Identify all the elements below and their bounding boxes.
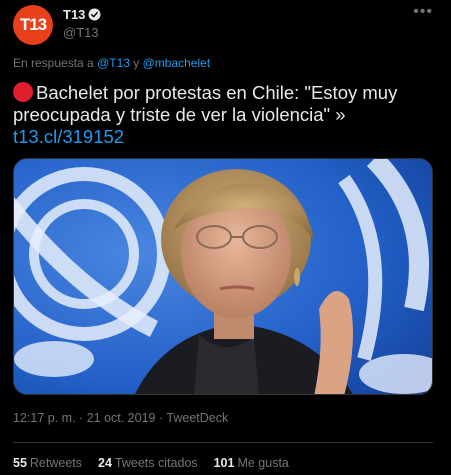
avatar[interactable]: T13 (13, 5, 53, 45)
reply-mention-mbachelet[interactable]: @mbachelet (143, 56, 211, 70)
likes-count: 101 (213, 456, 235, 470)
reply-mention-t13[interactable]: @T13 (97, 56, 130, 70)
tweet-source[interactable]: TweetDeck (166, 411, 228, 425)
author-handle[interactable]: @T13 (63, 25, 101, 40)
quote-tweets-stat[interactable]: 24 Tweets citados (98, 456, 198, 470)
verified-badge-icon (88, 8, 101, 21)
photo-image (14, 159, 432, 394)
retweets-label: Retweets (29, 456, 83, 470)
retweets-stat[interactable]: 55 Retweets (13, 456, 82, 470)
quote-tweets-label: Tweets citados (114, 456, 198, 470)
display-name[interactable]: T13 (63, 7, 85, 22)
author-names: T13 @T13 (63, 3, 101, 40)
likes-stat[interactable]: 101 Me gusta (214, 456, 289, 470)
tweet-link[interactable]: t13.cl/319152 (13, 126, 124, 147)
reply-to-prefix: En respuesta a (13, 56, 94, 70)
tweet-stats: 55 Retweets 24 Tweets citados 101 Me gusta (13, 443, 438, 470)
likes-label: Me gusta (237, 456, 289, 470)
tweet-body: Bachelet por protestas en Chile: "Estoy … (13, 82, 398, 125)
reply-to-line: En respuesta a @T13 y @mbachelet (13, 56, 438, 70)
tweet-photo[interactable] (13, 158, 433, 395)
reply-to-connector: y (133, 56, 140, 70)
avatar-logo-text: T13 (19, 15, 47, 34)
tweet-meta: 12:17 p. m. · 21 oct. 2019 · TweetDeck (13, 411, 438, 425)
tweet: T13 T13 @T13 ••• En respuesta a @T13 y @… (0, 0, 451, 475)
quote-tweets-count: 24 (98, 456, 112, 470)
tweet-date[interactable]: 21 oct. 2019 (87, 411, 156, 425)
retweets-count: 55 (13, 456, 27, 470)
tweet-text: Bachelet por protestas en Chile: "Estoy … (13, 82, 438, 148)
meta-separator: · (158, 411, 164, 425)
tweet-time[interactable]: 12:17 p. m. (13, 411, 76, 425)
more-options-icon[interactable]: ••• (413, 4, 433, 20)
tweet-header: T13 T13 @T13 ••• (13, 0, 438, 52)
meta-separator: · (79, 411, 84, 425)
display-name-row: T13 (63, 7, 101, 22)
red-circle-icon (13, 82, 33, 102)
